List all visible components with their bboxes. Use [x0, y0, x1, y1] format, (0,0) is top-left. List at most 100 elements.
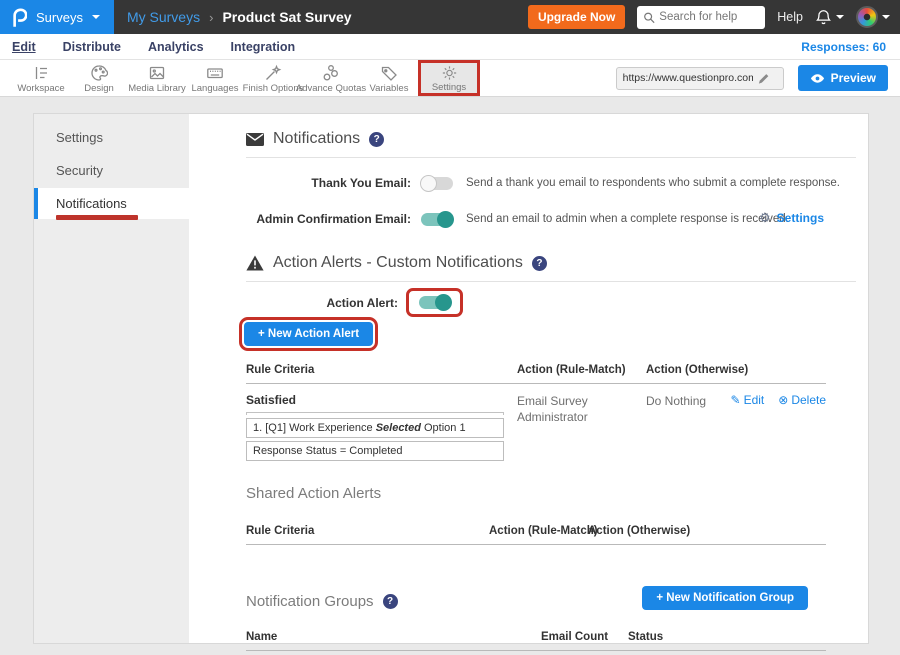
gear-icon [441, 65, 458, 81]
notification-groups-header-row: Notification Groups + New Notification G… [246, 593, 826, 610]
admin-confirmation-description: Send an email to admin when a complete r… [466, 213, 789, 225]
product-menu[interactable]: Surveys [0, 0, 114, 34]
settings-sidebar: Settings Security Notifications [34, 114, 189, 643]
col-action-otherwise: Action (Otherwise) [588, 525, 826, 537]
action-alert-toggle[interactable] [419, 296, 451, 309]
sidebar-item-notifications[interactable]: Notifications [34, 188, 189, 219]
col-rule-criteria: Rule Criteria [246, 364, 517, 376]
upgrade-now-button[interactable]: Upgrade Now [528, 5, 625, 29]
groups-table-header: Name Email Count Status [246, 624, 826, 651]
account-menu[interactable] [856, 6, 890, 28]
questionpro-logo-icon [10, 7, 27, 28]
thank-you-email-row: Thank You Email: Send a thank you email … [246, 172, 856, 194]
admin-email-settings-link[interactable]: ⚙ Settings [759, 210, 824, 226]
breadcrumb-my-surveys[interactable]: My Surveys [127, 9, 200, 25]
chain-links-icon [322, 64, 340, 82]
pencil-icon[interactable] [757, 72, 770, 85]
search-input[interactable] [659, 11, 759, 23]
new-notification-group-button[interactable]: + New Notification Group [642, 586, 808, 610]
survey-url-input[interactable] [623, 72, 753, 84]
admin-confirmation-label: Admin Confirmation Email: [246, 212, 411, 226]
palette-icon [90, 64, 108, 82]
toolbar-right: Preview [616, 60, 900, 96]
notifications-bell-menu[interactable] [815, 9, 844, 26]
col-action-otherwise: Action (Otherwise) [646, 364, 738, 376]
admin-confirmation-row: Admin Confirmation Email: Send an email … [246, 208, 856, 230]
criteria-item[interactable]: Response Status = Completed [246, 441, 504, 461]
bell-icon [815, 9, 832, 26]
toolbar-item-variables[interactable]: Variables [360, 60, 418, 96]
help-icon[interactable] [383, 594, 398, 609]
toggle-knob [435, 294, 452, 311]
tab-edit[interactable]: Edit [12, 40, 36, 54]
tab-distribute[interactable]: Distribute [63, 40, 121, 54]
toolbar-item-finish-options[interactable]: Finish Options [244, 60, 302, 96]
shared-alerts-table-header: Rule Criteria Action (Rule-Match) Action… [246, 518, 826, 545]
tag-icon [380, 64, 398, 82]
action-alerts-title: Action Alerts - Custom Notifications [273, 254, 523, 272]
image-icon [148, 64, 166, 82]
action-rule-match-value: Email Survey Administrator [517, 393, 646, 461]
search-icon [643, 11, 655, 24]
sidebar-item-settings[interactable]: Settings [34, 122, 189, 153]
sidebar-item-security[interactable]: Security [34, 155, 189, 186]
delete-alert-link[interactable]: Delete [778, 393, 826, 461]
table-header: Rule Criteria Action (Rule-Match) Action… [246, 357, 826, 384]
action-alerts-section-header: Action Alerts - Custom Notifications [246, 254, 856, 272]
divider [246, 157, 856, 158]
col-name: Name [246, 631, 541, 643]
admin-confirmation-toggle[interactable] [421, 213, 453, 226]
annotation-red-box: + New Action Alert [239, 317, 378, 351]
chevron-down-icon [836, 15, 844, 19]
avatar [856, 6, 878, 28]
criteria-drop-strip [246, 412, 504, 415]
col-email-count: Email Count [541, 631, 603, 643]
annotation-red-underline [56, 215, 138, 220]
top-bar: Surveys My Surveys › Product Sat Survey … [0, 0, 900, 34]
envelope-icon [246, 133, 264, 146]
action-alerts-table: Rule Criteria Action (Rule-Match) Action… [246, 357, 826, 461]
breadcrumb: My Surveys › Product Sat Survey [127, 9, 352, 25]
toolbar-item-languages[interactable]: Languages [186, 60, 244, 96]
table-row: Satisfied 1. [Q1] Work Experience Select… [246, 384, 826, 461]
notifications-panel: Notifications Thank You Email: Send a th… [189, 114, 868, 643]
thank-you-email-toggle[interactable] [421, 177, 453, 190]
toolbar-item-design[interactable]: Design [70, 60, 128, 96]
eye-icon [810, 73, 825, 84]
criteria-group-title: Satisfied [246, 393, 517, 407]
tab-integration[interactable]: Integration [231, 40, 296, 54]
annotation-red-box [406, 288, 463, 317]
divider [246, 281, 856, 282]
toolbar-item-media-library[interactable]: Media Library [128, 60, 186, 96]
thank-you-email-label: Thank You Email: [246, 176, 411, 190]
col-action-rule-match: Action (Rule-Match) [489, 525, 588, 537]
settings-page: Settings Security Notifications Notifica… [0, 97, 900, 655]
action-alert-label: Action Alert: [246, 296, 398, 310]
action-alert-row: Action Alert: [246, 288, 856, 317]
topbar-right: Upgrade Now Help [528, 5, 900, 29]
toolbar-item-workspace[interactable]: Workspace [12, 60, 70, 96]
preview-button[interactable]: Preview [798, 65, 888, 91]
criteria-item[interactable]: 1. [Q1] Work Experience Selected Option … [246, 418, 504, 438]
edit-alert-link[interactable]: Edit [731, 393, 765, 461]
col-status: Status [628, 631, 713, 643]
notifications-title: Notifications [273, 130, 360, 148]
help-search[interactable] [637, 6, 765, 29]
toolbar-item-advance-quotas[interactable]: Advance Quotas [302, 60, 360, 96]
group-row: SankTest (Sanket, Zolin) 2 Active Add Em… [246, 651, 826, 655]
toolbar-item-settings[interactable]: Settings [418, 60, 480, 96]
workspace-icon [32, 64, 50, 82]
toggle-knob [437, 211, 454, 228]
toggle-knob [420, 175, 437, 192]
tab-analytics[interactable]: Analytics [148, 40, 204, 54]
help-link[interactable]: Help [777, 10, 803, 24]
surveys-menu-label: Surveys [36, 10, 83, 25]
help-icon[interactable] [369, 132, 384, 147]
new-action-alert-button[interactable]: + New Action Alert [244, 322, 373, 346]
breadcrumb-current-survey: Product Sat Survey [222, 9, 351, 25]
notification-groups-title: Notification Groups [246, 593, 374, 610]
responses-count[interactable]: Responses: 60 [801, 40, 886, 54]
help-icon[interactable] [532, 256, 547, 271]
magic-wand-icon [264, 64, 282, 82]
breadcrumb-separator: › [209, 10, 213, 25]
